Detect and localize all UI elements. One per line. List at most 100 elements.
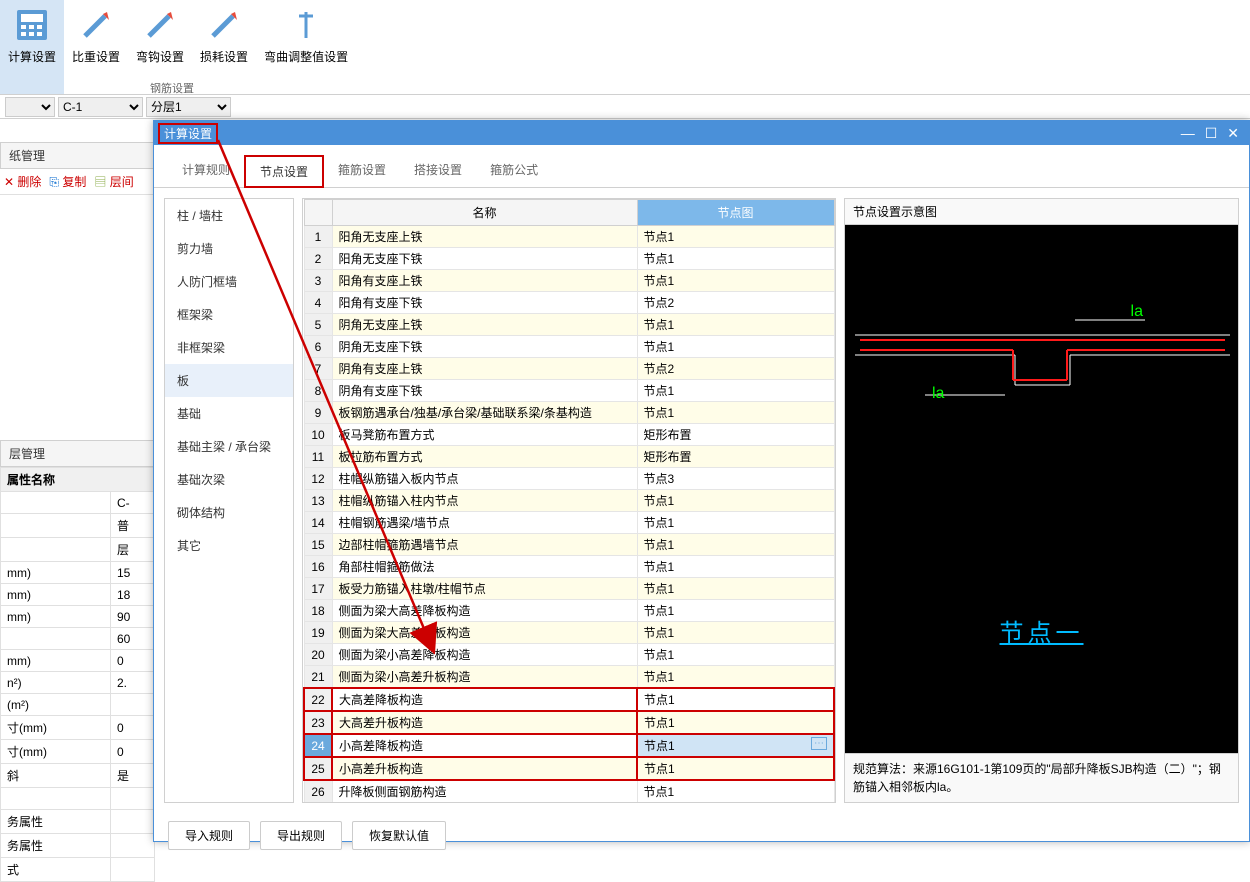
- row-value[interactable]: 节点1: [637, 512, 834, 534]
- row-value[interactable]: 节点1: [637, 380, 834, 402]
- row-name[interactable]: 边部柱帽箍筋遇墙节点: [332, 534, 637, 556]
- row-value[interactable]: 节点1: [637, 622, 834, 644]
- prop-val[interactable]: 60: [111, 628, 155, 650]
- category-item[interactable]: 板: [165, 364, 293, 397]
- dialog-tab-1[interactable]: 节点设置: [244, 155, 324, 188]
- prop-val[interactable]: 15: [111, 562, 155, 584]
- prop-val[interactable]: [111, 834, 155, 858]
- prop-val[interactable]: 0: [111, 740, 155, 764]
- row-value[interactable]: 节点1: [637, 556, 834, 578]
- category-item[interactable]: 基础主梁 / 承台梁: [165, 430, 293, 463]
- category-item[interactable]: 基础: [165, 397, 293, 430]
- category-item[interactable]: 基础次梁: [165, 463, 293, 496]
- minimize-button[interactable]: —: [1181, 125, 1195, 142]
- prop-val[interactable]: [111, 694, 155, 716]
- row-value[interactable]: 节点1: [637, 248, 834, 270]
- row-name[interactable]: 柱帽纵筋锚入板内节点: [332, 468, 637, 490]
- row-name[interactable]: 阴角无支座下铁: [332, 336, 637, 358]
- row-value[interactable]: 节点3: [637, 468, 834, 490]
- row-value[interactable]: 节点2: [637, 292, 834, 314]
- copy-button[interactable]: ⎘ 复制: [49, 173, 86, 190]
- row-value[interactable]: 节点1: [637, 780, 834, 803]
- prop-val[interactable]: 18: [111, 584, 155, 606]
- row-value[interactable]: 节点1: [637, 757, 834, 780]
- row-name[interactable]: 柱帽纵筋锚入柱内节点: [332, 490, 637, 512]
- prop-val[interactable]: 普: [111, 514, 155, 538]
- dialog-tab-3[interactable]: 搭接设置: [400, 155, 476, 187]
- row-name[interactable]: 大高差降板构造: [332, 688, 637, 711]
- prop-val[interactable]: 90: [111, 606, 155, 628]
- dialog-tab-4[interactable]: 箍筋公式: [476, 155, 552, 187]
- row-name[interactable]: 阳角有支座上铁: [332, 270, 637, 292]
- row-name[interactable]: 侧面为梁小高差升板构造: [332, 666, 637, 689]
- row-name[interactable]: 阴角无支座上铁: [332, 314, 637, 336]
- row-name[interactable]: 板拉筋布置方式: [332, 446, 637, 468]
- row-name[interactable]: 升降板侧面钢筋构造: [332, 780, 637, 803]
- row-name[interactable]: 阳角无支座上铁: [332, 226, 637, 248]
- prop-val[interactable]: 0: [111, 716, 155, 740]
- category-item[interactable]: 非框架梁: [165, 331, 293, 364]
- row-value[interactable]: 节点1: [637, 270, 834, 292]
- row-value[interactable]: 节点2: [637, 358, 834, 380]
- row-value[interactable]: 节点1⋯: [637, 734, 834, 757]
- row-name[interactable]: 角部柱帽箍筋做法: [332, 556, 637, 578]
- ribbon-bend-settings[interactable]: 弯曲调整值设置: [256, 0, 356, 94]
- category-item[interactable]: 人防门框墙: [165, 265, 293, 298]
- maximize-button[interactable]: ☐: [1205, 125, 1218, 142]
- prop-val[interactable]: 层: [111, 538, 155, 562]
- row-value[interactable]: 节点1: [637, 711, 834, 734]
- ribbon-weight-settings[interactable]: 比重设置: [64, 0, 128, 94]
- prop-val[interactable]: 是: [111, 764, 155, 788]
- ribbon-loss-settings[interactable]: 损耗设置: [192, 0, 256, 94]
- row-name[interactable]: 小高差降板构造: [332, 734, 637, 757]
- reset-default-button[interactable]: 恢复默认值: [352, 821, 446, 850]
- row-value[interactable]: 节点1: [637, 688, 834, 711]
- close-button[interactable]: ✕: [1227, 125, 1239, 142]
- prop-val[interactable]: [111, 788, 155, 810]
- prop-val[interactable]: C-: [111, 492, 155, 514]
- row-value[interactable]: 矩形布置: [637, 424, 834, 446]
- row-name[interactable]: 柱帽钢筋遇梁/墙节点: [332, 512, 637, 534]
- row-name[interactable]: 板钢筋遇承台/独基/承台梁/基础联系梁/条基构造: [332, 402, 637, 424]
- row-name[interactable]: 阴角有支座上铁: [332, 358, 637, 380]
- row-name[interactable]: 侧面为梁小高差降板构造: [332, 644, 637, 666]
- row-value[interactable]: 节点1: [637, 402, 834, 424]
- layer-button[interactable]: ▤ 层间: [94, 173, 133, 190]
- category-item[interactable]: 砌体结构: [165, 496, 293, 529]
- row-name[interactable]: 板受力筋锚入柱墩/柱帽节点: [332, 578, 637, 600]
- row-value[interactable]: 节点1: [637, 666, 834, 689]
- select-1[interactable]: [5, 97, 55, 117]
- row-value[interactable]: 矩形布置: [637, 446, 834, 468]
- category-item[interactable]: 框架梁: [165, 298, 293, 331]
- import-rules-button[interactable]: 导入规则: [168, 821, 250, 850]
- row-name[interactable]: 侧面为梁大高差升板构造: [332, 622, 637, 644]
- row-value[interactable]: 节点1: [637, 578, 834, 600]
- row-name[interactable]: 侧面为梁大高差降板构造: [332, 600, 637, 622]
- row-name[interactable]: 阳角无支座下铁: [332, 248, 637, 270]
- prop-val[interactable]: 0: [111, 650, 155, 672]
- dialog-tab-2[interactable]: 箍筋设置: [324, 155, 400, 187]
- category-item[interactable]: 其它: [165, 529, 293, 562]
- ribbon-calc-settings[interactable]: 计算设置: [0, 0, 64, 94]
- row-name[interactable]: 大高差升板构造: [332, 711, 637, 734]
- category-item[interactable]: 柱 / 墙柱: [165, 199, 293, 232]
- row-value[interactable]: 节点1: [637, 644, 834, 666]
- row-name[interactable]: 板马凳筋布置方式: [332, 424, 637, 446]
- row-value[interactable]: 节点1: [637, 336, 834, 358]
- dialog-titlebar[interactable]: 计算设置 — ☐ ✕: [154, 121, 1249, 145]
- select-3[interactable]: 分层1: [146, 97, 231, 117]
- category-item[interactable]: 剪力墙: [165, 232, 293, 265]
- dialog-tab-0[interactable]: 计算规则: [168, 155, 244, 187]
- row-value[interactable]: 节点1: [637, 600, 834, 622]
- cell-expand-button[interactable]: ⋯: [811, 737, 827, 750]
- row-name[interactable]: 小高差升板构造: [332, 757, 637, 780]
- row-name[interactable]: 阴角有支座下铁: [332, 380, 637, 402]
- select-2[interactable]: C-1: [58, 97, 143, 117]
- row-value[interactable]: 节点1: [637, 490, 834, 512]
- prop-val[interactable]: 2.: [111, 672, 155, 694]
- prop-val[interactable]: [111, 858, 155, 882]
- export-rules-button[interactable]: 导出规则: [260, 821, 342, 850]
- delete-button[interactable]: ✕ 删除: [4, 173, 41, 190]
- row-value[interactable]: 节点1: [637, 226, 834, 248]
- row-name[interactable]: 阳角有支座下铁: [332, 292, 637, 314]
